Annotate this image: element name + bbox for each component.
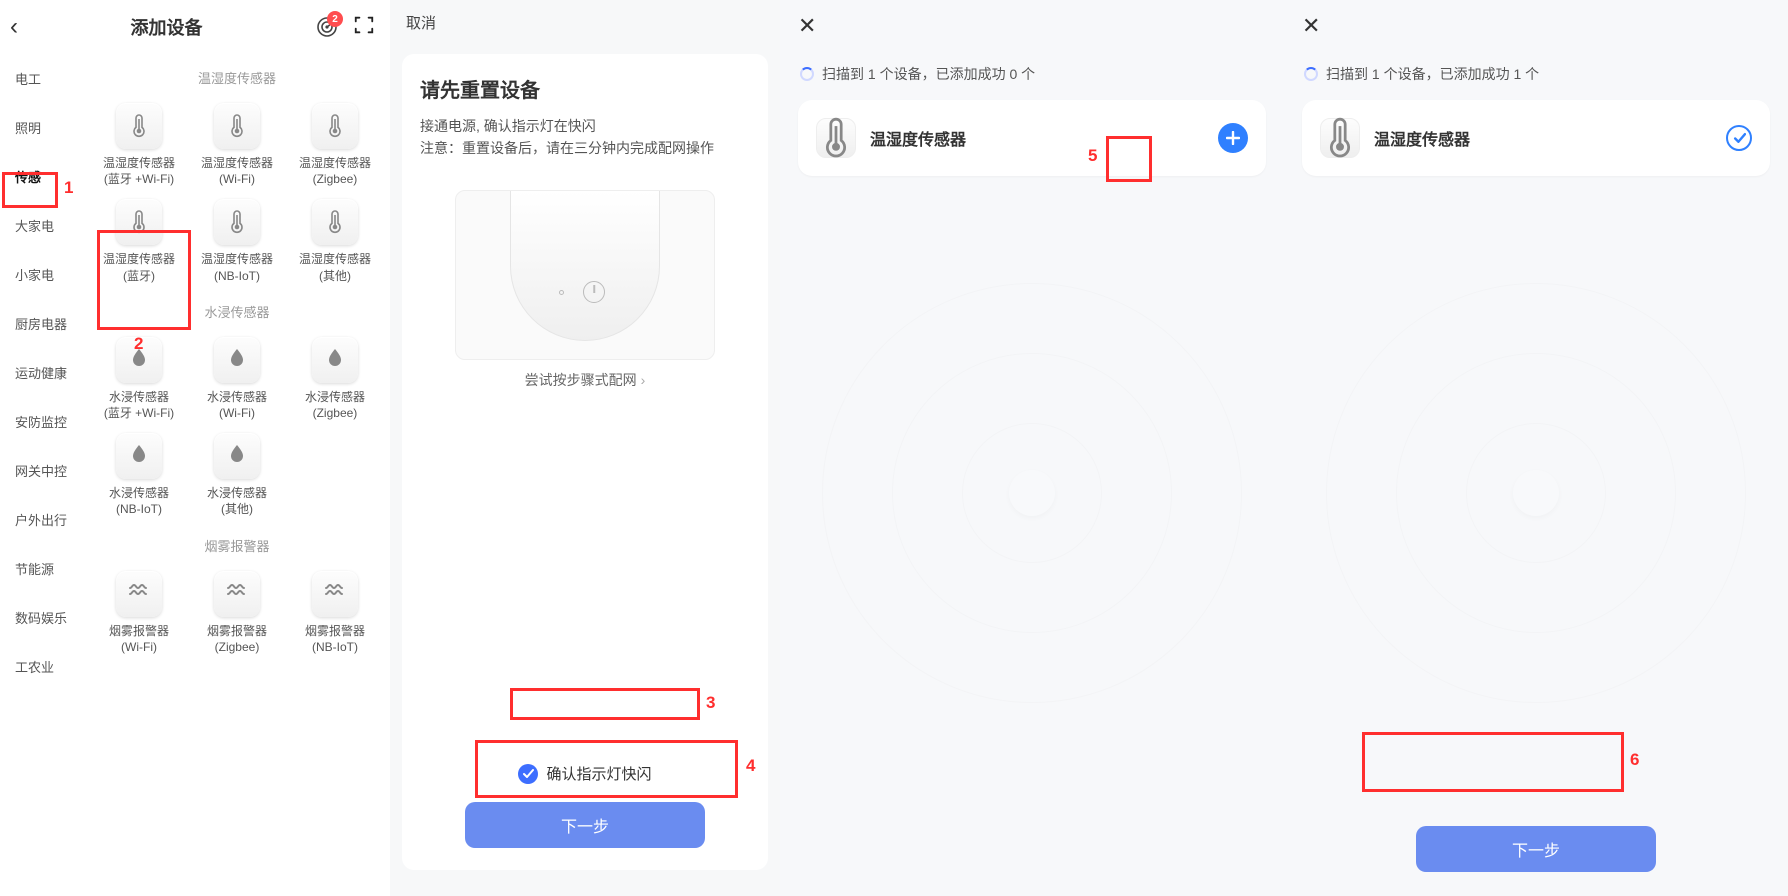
device-cell[interactable]: 水浸传感器(Zigbee): [286, 329, 384, 425]
device-name: 水浸传感器(NB-IoT): [92, 485, 186, 517]
category-item[interactable]: 小家电: [0, 250, 84, 299]
category-item[interactable]: 电工: [0, 54, 84, 103]
category-item[interactable]: 运动健康: [0, 348, 84, 397]
annotation-3: 3: [706, 693, 715, 713]
found-device-name: 温湿度传感器: [870, 126, 1204, 150]
device-cell[interactable]: 水浸传感器(NB-IoT): [90, 425, 188, 521]
cancel-button[interactable]: 取消: [406, 12, 436, 33]
device-name: 温湿度传感器(Zigbee): [288, 155, 382, 187]
section-title: 温湿度传感器: [90, 68, 384, 87]
annotation-4: 4: [746, 756, 755, 776]
spinner-icon: [1304, 67, 1318, 81]
category-item[interactable]: 节能源: [0, 544, 84, 593]
water-icon: [116, 433, 162, 479]
device-cell[interactable]: 温湿度传感器(蓝牙): [90, 191, 188, 287]
device-cell[interactable]: 烟雾报警器(Zigbee): [188, 563, 286, 659]
smoke-icon: [214, 571, 260, 617]
section-title: 烟雾报警器: [90, 536, 384, 555]
category-item[interactable]: 工农业: [0, 642, 84, 691]
thermo-icon: [312, 199, 358, 245]
radar-badge: 2: [327, 11, 343, 27]
found-device-card: 温湿度传感器: [1302, 100, 1770, 176]
smoke-icon: [116, 571, 162, 617]
annotation-2: 2: [134, 334, 143, 354]
check-icon: [518, 764, 538, 784]
thermo-icon: [116, 199, 162, 245]
thermo-icon: [214, 199, 260, 245]
thermo-icon: [214, 103, 260, 149]
thermo-icon: [312, 103, 358, 149]
spinner-icon: [800, 67, 814, 81]
close-icon[interactable]: ✕: [798, 13, 816, 39]
section-title: 水浸传感器: [90, 302, 384, 321]
device-cell[interactable]: 水浸传感器(Wi-Fi): [188, 329, 286, 425]
close-icon[interactable]: ✕: [1302, 13, 1320, 39]
back-icon[interactable]: ‹: [10, 13, 18, 41]
found-device-card: 温湿度传感器: [798, 100, 1266, 176]
category-item[interactable]: 户外出行: [0, 495, 84, 544]
annotation-1: 1: [64, 178, 73, 198]
device-cell[interactable]: 温湿度传感器(Zigbee): [286, 95, 384, 191]
device-cell[interactable]: 烟雾报警器(NB-IoT): [286, 563, 384, 659]
device-added-icon: [1726, 125, 1752, 151]
category-item[interactable]: 大家电: [0, 201, 84, 250]
device-name: 水浸传感器(其他): [190, 485, 284, 517]
annotation-6: 6: [1630, 750, 1639, 770]
device-name: 水浸传感器(Zigbee): [288, 389, 382, 421]
reset-heading: 请先重置设备: [420, 74, 750, 103]
water-icon: [312, 337, 358, 383]
try-stepwise-link[interactable]: 尝试按步骤式配网›: [420, 370, 750, 390]
scan-status: 扫描到 1 个设备，已添加成功 0 个: [780, 52, 1284, 100]
device-cell[interactable]: 温湿度传感器(其他): [286, 191, 384, 287]
device-name: 温湿度传感器(蓝牙 +Wi-Fi): [92, 155, 186, 187]
water-icon: [214, 337, 260, 383]
device-name: 水浸传感器(Wi-Fi): [190, 389, 284, 421]
thermometer-icon: [1320, 118, 1360, 158]
confirm-label: 确认指示灯快闪: [546, 763, 651, 784]
device-name: 烟雾报警器(NB-IoT): [288, 623, 382, 655]
thermometer-icon: [816, 118, 856, 158]
scan-status: 扫描到 1 个设备，已添加成功 1 个: [1284, 52, 1788, 100]
chevron-right-icon: ›: [641, 372, 646, 388]
device-cell[interactable]: 温湿度传感器(Wi-Fi): [188, 95, 286, 191]
device-cell[interactable]: 温湿度传感器(蓝牙 +Wi-Fi): [90, 95, 188, 191]
found-device-name: 温湿度传感器: [1374, 126, 1712, 150]
device-illustration: [455, 190, 715, 360]
device-cell[interactable]: 烟雾报警器(Wi-Fi): [90, 563, 188, 659]
next-button[interactable]: 下一步: [1416, 826, 1656, 872]
radar-background: [1326, 283, 1746, 703]
device-name: 温湿度传感器(其他): [288, 251, 382, 283]
device-name: 烟雾报警器(Wi-Fi): [92, 623, 186, 655]
thermo-icon: [116, 103, 162, 149]
device-name: 温湿度传感器(NB-IoT): [190, 251, 284, 283]
device-area: 温湿度传感器温湿度传感器(蓝牙 +Wi-Fi)温湿度传感器(Wi-Fi)温湿度传…: [84, 54, 390, 896]
device-name: 温湿度传感器(Wi-Fi): [190, 155, 284, 187]
category-item[interactable]: 网关中控: [0, 446, 84, 495]
reset-line1: 接通电源, 确认指示灯在快闪: [420, 115, 750, 137]
device-name: 烟雾报警器(Zigbee): [190, 623, 284, 655]
next-button[interactable]: 下一步: [465, 802, 705, 848]
category-item[interactable]: 厨房电器: [0, 299, 84, 348]
category-item[interactable]: 数码娱乐: [0, 593, 84, 642]
radar-background: [822, 283, 1242, 703]
category-item[interactable]: 照明: [0, 103, 84, 152]
scan-icon[interactable]: [353, 14, 375, 41]
radar-icon[interactable]: 2: [315, 15, 339, 39]
device-name: 水浸传感器(蓝牙 +Wi-Fi): [92, 389, 186, 421]
device-cell[interactable]: 温湿度传感器(NB-IoT): [188, 191, 286, 287]
confirm-indicator-row[interactable]: 确认指示灯快闪: [420, 763, 750, 784]
add-device-button[interactable]: [1218, 123, 1248, 153]
device-name: 温湿度传感器(蓝牙): [92, 251, 186, 283]
water-icon: [214, 433, 260, 479]
category-item[interactable]: 安防监控: [0, 397, 84, 446]
smoke-icon: [312, 571, 358, 617]
device-cell[interactable]: 水浸传感器(其他): [188, 425, 286, 521]
annotation-5: 5: [1088, 146, 1097, 166]
page-title: 添加设备: [131, 14, 203, 40]
reset-line2: 注意：重置设备后，请在三分钟内完成配网操作: [420, 137, 750, 159]
